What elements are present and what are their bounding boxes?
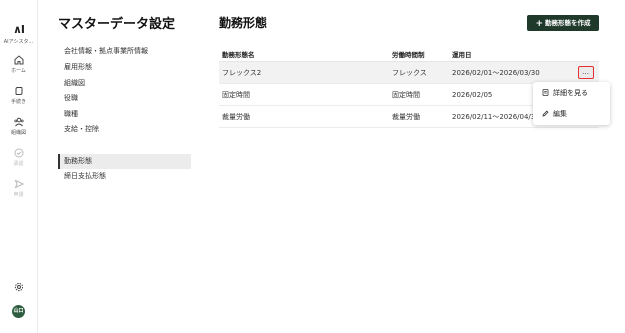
cell-period: 2026/02/01〜2026/03/30 — [449, 61, 569, 84]
page-title: 勤務形態 — [219, 16, 268, 30]
master-data-nav: マスターデータ設定 会社情報・拠点事業所情報 雇用形態 組織図 役職 職種 支給… — [38, 0, 198, 333]
cell-system: フレックス — [389, 61, 449, 84]
menu-item-label: 詳細を見る — [553, 89, 588, 97]
create-work-style-button[interactable]: + 勤務形態を作成 — [527, 15, 599, 31]
rail-item-application[interactable]: 申請 — [0, 179, 37, 198]
cell-system: 固定時間 — [389, 83, 449, 106]
gear-icon — [14, 282, 23, 292]
pencil-icon — [542, 110, 549, 117]
application-icon — [14, 179, 24, 189]
column-header-system[interactable]: 労働時間制 — [389, 47, 449, 62]
nav-item-work-style[interactable]: 勤務形態 — [58, 154, 191, 169]
rail-item-org-chart[interactable]: 組織図 — [0, 117, 37, 136]
column-header-period[interactable]: 運用日 — [449, 47, 569, 62]
org-chart-icon — [13, 117, 24, 127]
cell-name: 裁量労働 — [219, 105, 389, 128]
settings-button[interactable] — [0, 282, 37, 292]
rail-item-label: 手続き — [10, 99, 26, 105]
rail-item-label: 組織図 — [10, 130, 26, 136]
create-button-label: 勤務形態を作成 — [545, 19, 591, 27]
cell-name: フレックス2 — [219, 61, 389, 84]
nav-item-job-type[interactable]: 職種 — [58, 107, 191, 122]
rail-item-label: 承認 — [13, 161, 24, 167]
nav-item-company-info[interactable]: 会社情報・拠点事業所情報 — [58, 44, 191, 59]
approval-icon — [14, 148, 23, 158]
procedure-icon — [15, 87, 22, 95]
menu-item-edit[interactable]: 編集 — [533, 105, 610, 124]
table-header: 勤務形態名 労働時間制 運用日 — [219, 47, 599, 62]
column-header-name[interactable]: 勤務形態名 — [219, 47, 389, 62]
document-icon — [542, 89, 549, 96]
table-row[interactable]: フレックス2 フレックス 2026/02/01〜2026/03/30 … — [219, 61, 599, 84]
rail-item-home[interactable]: ホーム — [0, 55, 37, 74]
nav-item-org-chart[interactable]: 組織図 — [58, 76, 191, 91]
rail-item-procedure[interactable]: 手続き — [0, 86, 37, 105]
app-name: AIアシスタ... — [3, 39, 34, 45]
cell-actions: … — [569, 61, 599, 84]
nav-item-payments-deductions[interactable]: 支給・控除 — [58, 122, 191, 137]
menu-item-label: 編集 — [553, 110, 567, 118]
menu-item-view-details[interactable]: 詳細を見る — [533, 84, 610, 103]
more-actions-button[interactable]: … — [577, 66, 594, 79]
rail-item-label: ホーム — [11, 68, 26, 74]
nav-item-position[interactable]: 役職 — [58, 91, 191, 106]
column-header-actions — [569, 47, 599, 62]
row-actions-menu: 詳細を見る 編集 — [533, 82, 610, 125]
nav-item-closing-payment[interactable]: 締日支払形態 — [58, 169, 191, 184]
rail-item-label: 申請 — [13, 192, 24, 198]
nav-item-employment-type[interactable]: 雇用形態 — [58, 60, 191, 75]
main-content: 勤務形態 + 勤務形態を作成 勤務形態名 労働時間制 運用日 フレックス2 フレッ… — [200, 0, 625, 333]
plus-icon: + — [535, 19, 544, 29]
avatar[interactable]: 山口 — [12, 305, 25, 318]
section-title: マスターデータ設定 — [58, 17, 176, 32]
rail-item-approval[interactable]: 承認 — [0, 148, 37, 167]
home-icon — [14, 55, 23, 65]
app-logo-mark: ∧I — [12, 23, 25, 36]
icon-rail: ∧I AIアシスタ... ホーム 手続き 組織図 承認 申請 山口 — [0, 0, 38, 333]
app-logo[interactable]: ∧I AIアシスタ... — [0, 23, 37, 46]
cell-system: 裁量労働 — [389, 105, 449, 128]
cell-name: 固定時間 — [219, 83, 389, 106]
